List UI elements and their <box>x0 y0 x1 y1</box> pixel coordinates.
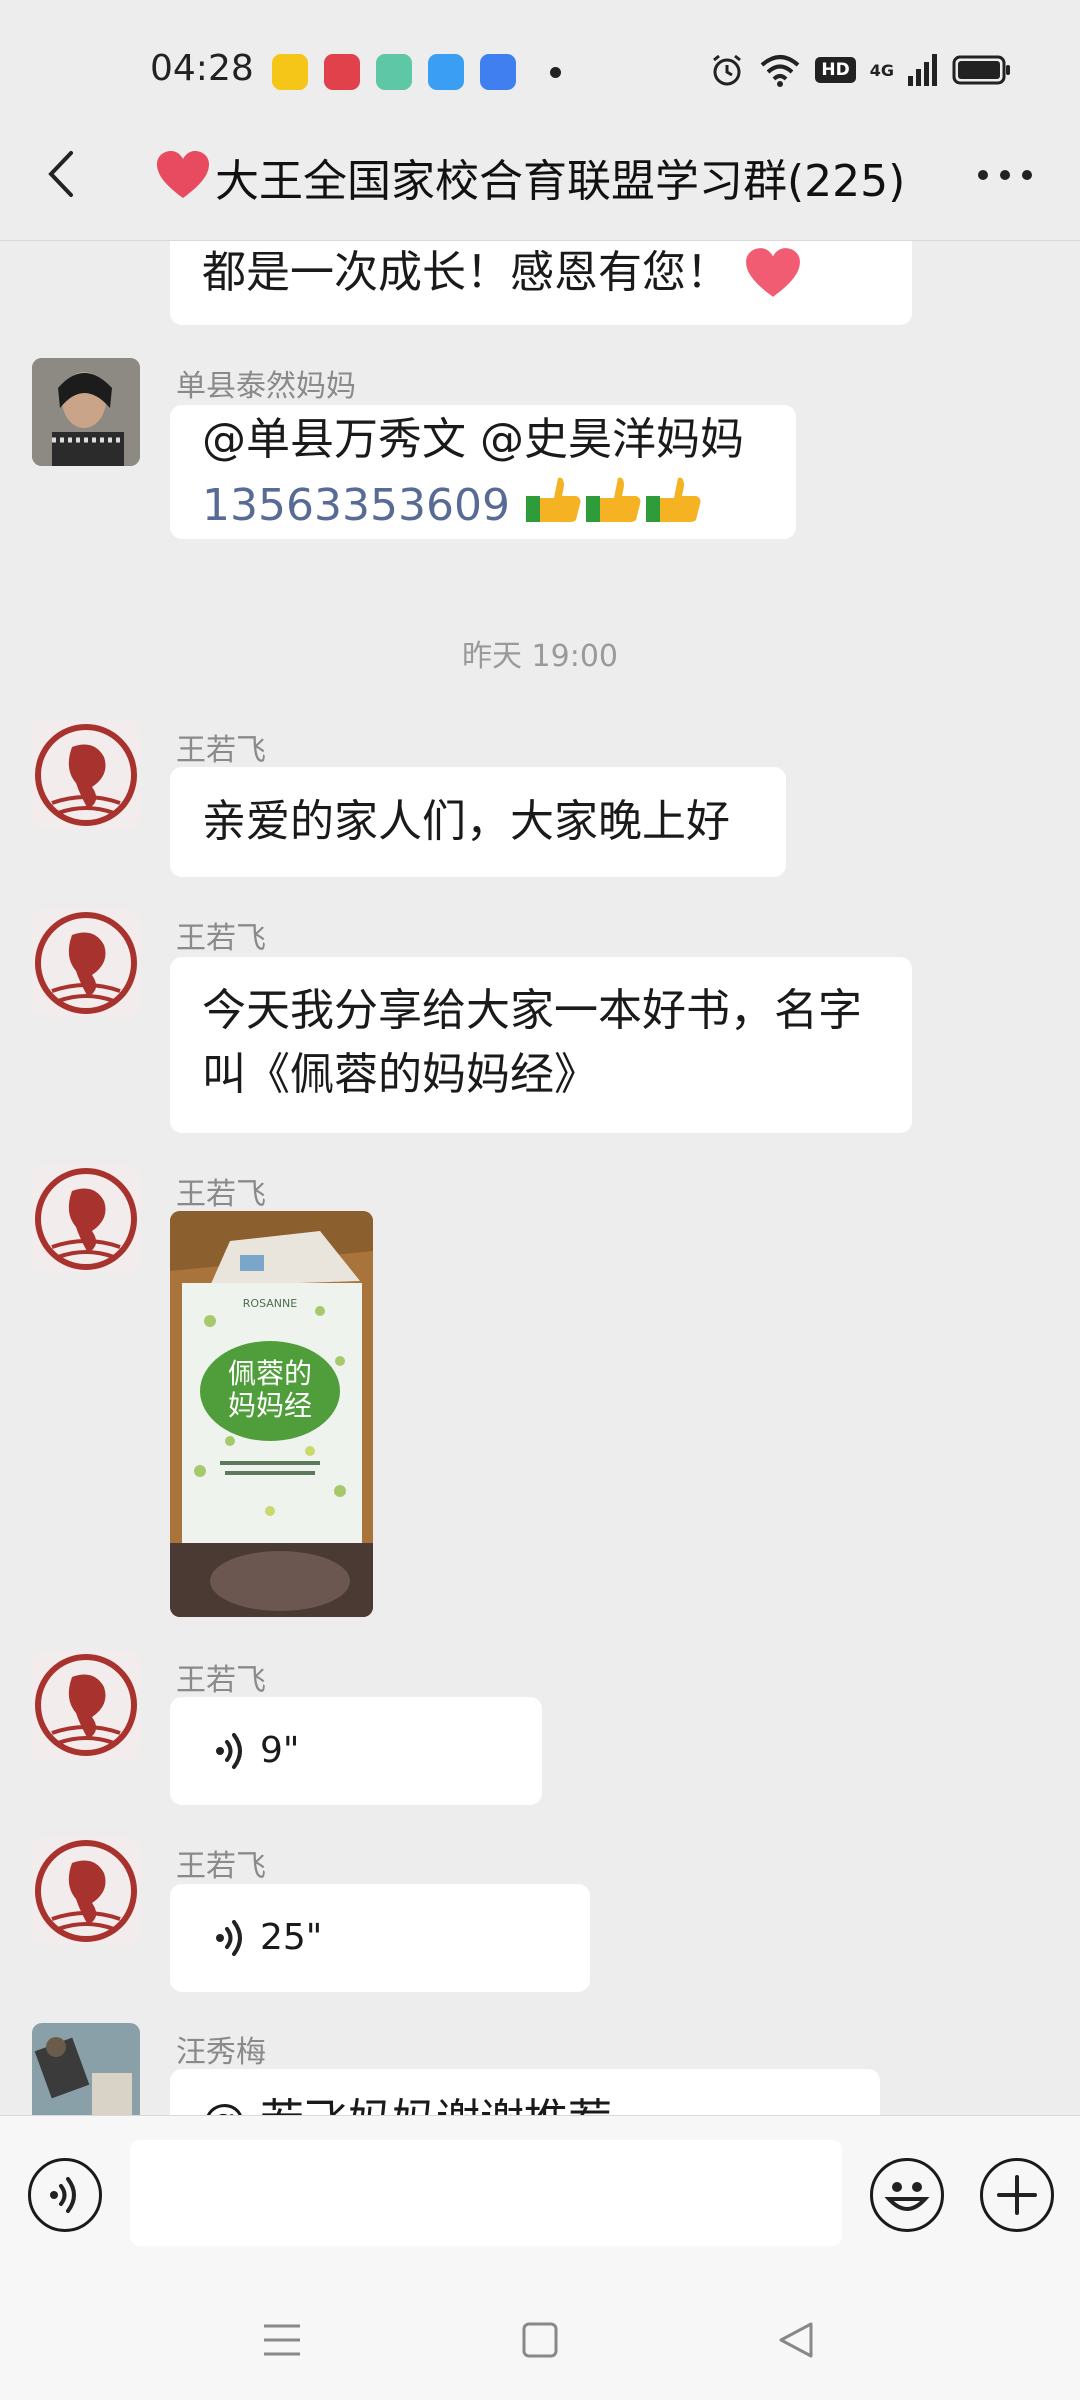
chat-title: 大王全国家校合育联盟学习群(225) <box>215 156 906 207</box>
voice-wave-icon <box>216 1733 242 1769</box>
plus-icon <box>997 2175 1037 2215</box>
voice-duration: 25" <box>260 1917 323 1958</box>
message-text: 今天我分享给大家一本好书，名字 <box>202 985 862 1036</box>
app-green-icon <box>376 54 412 90</box>
sender-name: 王若飞 <box>176 1663 266 1698</box>
hd-badge: HD <box>815 57 856 83</box>
voice-wave-icon <box>216 1920 242 1956</box>
square-icon <box>522 2322 558 2358</box>
chevron-left-icon <box>48 151 73 197</box>
qq-browser-icon <box>428 54 464 90</box>
battery-icon <box>952 55 1010 85</box>
voice-duration: 9" <box>260 1730 300 1771</box>
network-type-label: 4G <box>869 60 894 80</box>
sender-name: 王若飞 <box>176 733 266 768</box>
chat-message-list[interactable]: 都是一次成长！感恩有您！ 单县泰然妈妈 @单县万秀文 @史昊洋妈妈 135633… <box>0 241 1080 2115</box>
taobao-app-icon <box>324 54 360 90</box>
message-text: 亲爱的家人们，大家晚上好 <box>202 796 730 847</box>
nav-back-button[interactable] <box>766 2310 826 2370</box>
more-notifications-icon <box>550 66 561 78</box>
more-functions-button[interactable] <box>980 2158 1054 2232</box>
message-text: 都是一次成长！感恩有您！ <box>202 247 730 298</box>
voice-message-bubble[interactable]: 9" <box>170 1697 542 1805</box>
more-options-button[interactable] <box>970 155 1040 195</box>
heart-icon <box>157 151 209 198</box>
phone-number-link[interactable]: 13563353609 <box>202 480 510 531</box>
avatar[interactable] <box>32 909 140 1017</box>
triangle-back-icon <box>779 2322 813 2358</box>
avatar[interactable] <box>32 358 140 466</box>
book-title-line-2: 妈妈经 <box>228 1389 312 1422</box>
status-time: 04:28 <box>150 48 254 89</box>
avatar[interactable] <box>32 721 140 829</box>
emoji-button[interactable] <box>870 2158 944 2232</box>
back-button[interactable] <box>30 142 90 206</box>
system-nav-bar <box>0 2280 1080 2400</box>
nav-home-button[interactable] <box>510 2310 570 2370</box>
book-photo-image: 佩蓉的 妈妈经 ROSANNE <box>170 1211 373 1617</box>
voice-input-toggle-button[interactable] <box>28 2158 102 2232</box>
voice-wave-icon <box>50 2177 76 2213</box>
message-bubble[interactable]: @ 若飞妈妈谢谢推荐 <box>170 2069 880 2115</box>
wifi-icon <box>761 55 800 87</box>
voice-message-bubble[interactable]: 25" <box>170 1884 590 1992</box>
fish-logo-avatar-icon <box>32 1651 140 1759</box>
fish-logo-avatar-icon <box>32 1837 140 1945</box>
nav-menu-button[interactable] <box>252 2310 312 2370</box>
avatar-photo-icon <box>32 358 140 466</box>
sender-name: 单县泰然妈妈 <box>176 369 356 404</box>
message-bubble[interactable]: @单县万秀文 @史昊洋妈妈 13563353609 <box>170 405 796 539</box>
menu-icon <box>264 2324 300 2356</box>
message-text: @单县万秀文 @史昊洋妈妈 <box>202 414 744 465</box>
app-blue-icon <box>480 54 516 90</box>
sender-name: 王若飞 <box>176 1177 266 1212</box>
input-bar <box>0 2115 1080 2281</box>
avatar[interactable] <box>32 1651 140 1759</box>
book-title-line-1: 佩蓉的 <box>228 1357 312 1390</box>
status-bar: 04:28 HD 4G <box>0 0 1080 140</box>
sender-name: 汪秀梅 <box>176 2035 266 2070</box>
time-separator: 昨天 19:00 <box>462 639 618 674</box>
fish-logo-avatar-icon <box>32 909 140 1017</box>
sender-name: 王若飞 <box>176 921 266 956</box>
more-dots-icon <box>978 170 1032 180</box>
message-bubble[interactable]: 亲爱的家人们，大家晚上好 <box>170 767 786 877</box>
avatar-photo-icon <box>32 2023 140 2115</box>
alarm-icon <box>713 54 742 86</box>
smiley-icon <box>884 2182 930 2211</box>
notes-app-icon <box>272 54 308 90</box>
status-app-icons <box>272 54 561 90</box>
avatar[interactable] <box>32 1165 140 1273</box>
avatar[interactable] <box>32 1837 140 1945</box>
shared-book-photo[interactable]: 佩蓉的 妈妈经 ROSANNE <box>170 1211 373 1617</box>
message-text: @ 若飞妈妈谢谢推荐 <box>202 2095 612 2115</box>
sender-name: 王若飞 <box>176 1849 266 1884</box>
message-bubble[interactable]: 都是一次成长！感恩有您！ <box>170 241 912 325</box>
avatar[interactable] <box>32 2023 140 2115</box>
status-indicators: HD 4G <box>709 52 1012 88</box>
message-text: 叫《佩蓉的妈妈经》 <box>202 1049 598 1100</box>
signal-icon <box>908 54 937 86</box>
fish-logo-avatar-icon <box>32 721 140 829</box>
message-input[interactable] <box>130 2140 842 2246</box>
book-brand: ROSANNE <box>243 1297 297 1310</box>
message-text-line: 13563353609 <box>202 472 764 544</box>
message-bubble[interactable]: 今天我分享给大家一本好书，名字 叫《佩蓉的妈妈经》 <box>170 957 912 1133</box>
thumbs-up-icon <box>524 472 704 544</box>
fish-logo-avatar-icon <box>32 1165 140 1273</box>
heart-emoji-icon <box>746 248 800 297</box>
